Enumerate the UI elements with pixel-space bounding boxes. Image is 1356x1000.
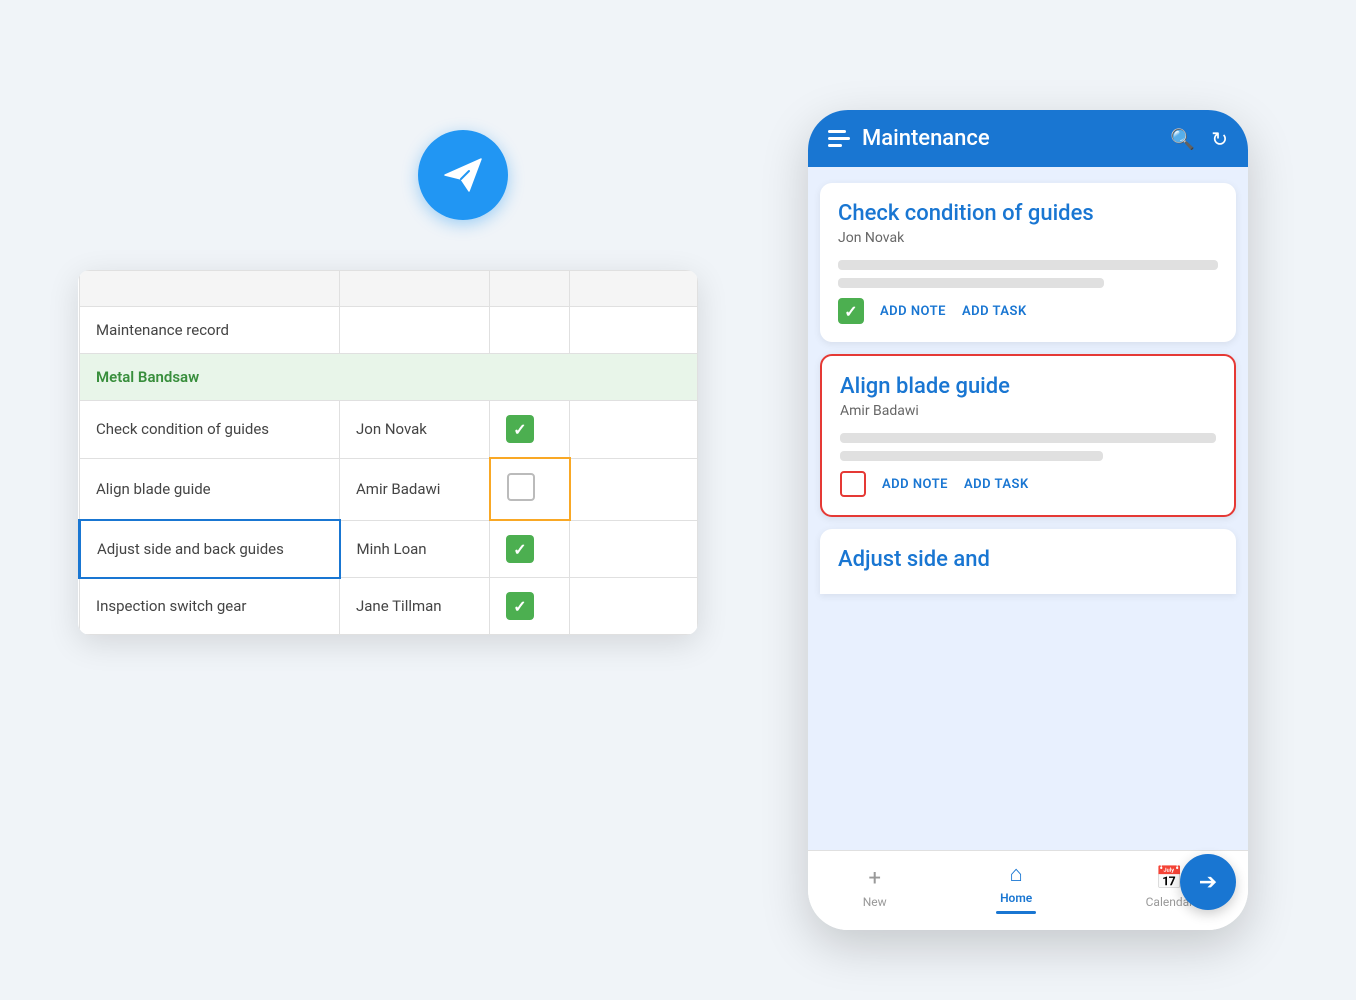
skeleton-2a	[840, 433, 1216, 443]
nav-new-icon: +	[868, 866, 880, 891]
nav-item-home[interactable]: ⌂ Home	[996, 861, 1036, 914]
maintenance-record-val2	[490, 307, 570, 354]
skeleton-1b	[838, 278, 1104, 288]
task-card-1[interactable]: Check condition of guides Jon Novak ADD …	[820, 183, 1236, 342]
extra-cell-2	[570, 458, 698, 520]
section-header-row: Metal Bandsaw	[80, 354, 698, 401]
topbar-left: Maintenance	[828, 126, 990, 151]
task-cell-2: Align blade guide	[80, 458, 340, 520]
card-2-add-task[interactable]: ADD TASK	[964, 477, 1029, 492]
person-cell-4: Jane Tillman	[340, 578, 490, 635]
check-cell-2	[490, 458, 570, 520]
task-cell-1: Check condition of guides	[80, 401, 340, 459]
card-1-add-note[interactable]: ADD NOTE	[880, 304, 946, 319]
check-green-icon-4	[506, 592, 534, 620]
maintenance-record-val1	[340, 307, 490, 354]
card-1-checkbox[interactable]	[838, 298, 864, 324]
mobile-phone: Maintenance 🔍 ↻ Check condition of guide…	[808, 110, 1248, 930]
extra-cell-3	[570, 520, 698, 578]
person-cell-3: Minh Loan	[340, 520, 490, 578]
check-green-icon-1	[506, 415, 534, 443]
hamburger-icon[interactable]	[828, 130, 850, 147]
nav-item-new[interactable]: + New	[863, 866, 887, 909]
card-3-title: Adjust side and	[838, 547, 1218, 572]
phone-content: Check condition of guides Jon Novak ADD …	[808, 167, 1248, 850]
card-2-person: Amir Badawi	[840, 403, 1216, 419]
card-1-footer: ADD NOTE ADD TASK	[838, 298, 1218, 324]
check-green-icon-3	[506, 535, 534, 563]
check-cell-4	[490, 578, 570, 635]
topbar-right: 🔍 ↻	[1170, 127, 1228, 151]
check-empty-icon-2	[507, 473, 535, 501]
maintenance-record-val3	[570, 307, 698, 354]
check-cell-3	[490, 520, 570, 578]
person-cell-1: Jon Novak	[340, 401, 490, 459]
check-cell-1	[490, 401, 570, 459]
paper-plane-logo	[418, 130, 508, 220]
table-row: Inspection switch gear Jane Tillman	[80, 578, 698, 635]
phone-title: Maintenance	[862, 126, 990, 151]
extra-cell-4	[570, 578, 698, 635]
extra-cell-1	[570, 401, 698, 459]
task-cell-3: Adjust side and back guides	[80, 520, 340, 578]
task-card-2[interactable]: Align blade guide Amir Badawi ADD NOTE A…	[820, 354, 1236, 517]
col-header-check	[490, 271, 570, 307]
col-header-person	[340, 271, 490, 307]
card-1-person: Jon Novak	[838, 230, 1218, 246]
card-2-add-note[interactable]: ADD NOTE	[882, 477, 948, 492]
skeleton-1a	[838, 260, 1218, 270]
nav-home-icon: ⌂	[1010, 861, 1023, 887]
maintenance-record-label: Maintenance record	[80, 307, 340, 354]
maintenance-record-row: Maintenance record	[80, 307, 698, 354]
table-row: Check condition of guides Jon Novak	[80, 401, 698, 459]
nav-home-label: Home	[1000, 891, 1032, 905]
nav-calendar-icon: 📅	[1156, 866, 1183, 891]
task-card-3-partial: Adjust side and	[820, 529, 1236, 594]
col-header-task	[80, 271, 340, 307]
search-icon[interactable]: 🔍	[1170, 127, 1195, 151]
table-row: Adjust side and back guides Minh Loan	[80, 520, 698, 578]
task-cell-4: Inspection switch gear	[80, 578, 340, 635]
skeleton-2b	[840, 451, 1103, 461]
card-2-footer: ADD NOTE ADD TASK	[840, 471, 1216, 497]
card-2-title: Align blade guide	[840, 374, 1216, 399]
card-1-add-task[interactable]: ADD TASK	[962, 304, 1027, 319]
section-header-label: Metal Bandsaw	[80, 354, 698, 401]
col-header-extra	[570, 271, 698, 307]
spreadsheet-panel: Maintenance record Metal Bandsaw Check c…	[78, 270, 698, 635]
table-row: Align blade guide Amir Badawi	[80, 458, 698, 520]
fab-button[interactable]: ➔	[1180, 854, 1236, 910]
card-2-checkbox[interactable]	[840, 471, 866, 497]
nav-indicator	[996, 911, 1036, 914]
nav-new-label: New	[863, 895, 887, 909]
card-1-title: Check condition of guides	[838, 201, 1218, 226]
refresh-icon[interactable]: ↻	[1211, 127, 1228, 151]
phone-topbar: Maintenance 🔍 ↻	[808, 110, 1248, 167]
person-cell-2: Amir Badawi	[340, 458, 490, 520]
fab-icon: ➔	[1199, 870, 1217, 895]
